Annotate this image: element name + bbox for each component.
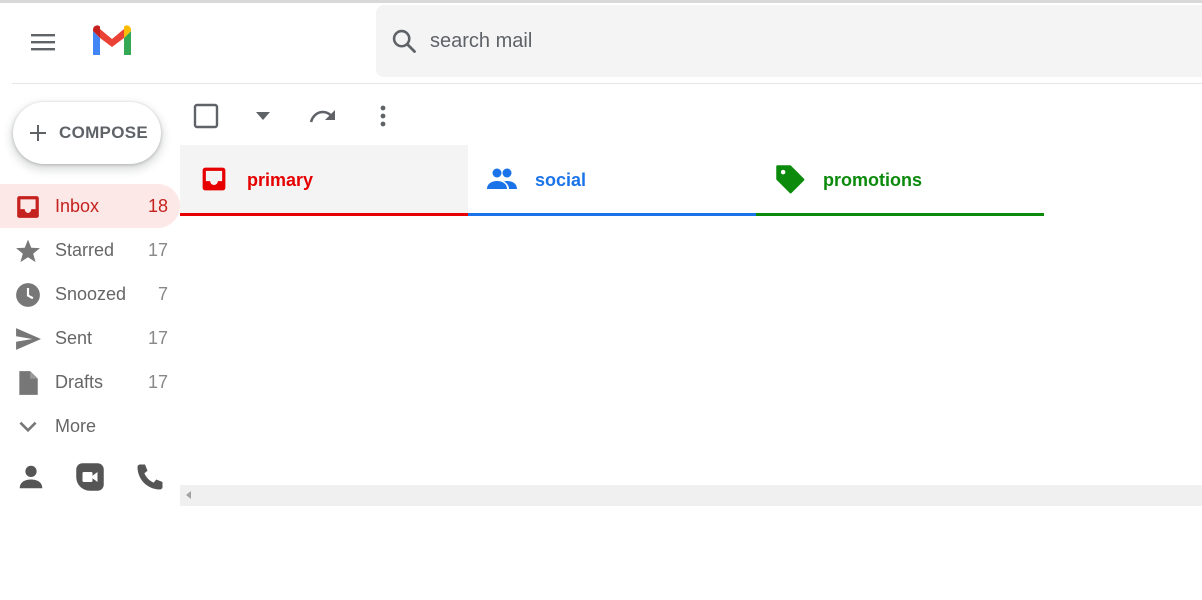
sidebar-item-snoozed[interactable]: Snoozed 7 [0, 272, 180, 316]
sidebar-item-drafts[interactable]: Drafts 17 [0, 360, 180, 404]
clock-icon [16, 283, 40, 307]
sidebar-item-starred[interactable]: Starred 17 [0, 228, 180, 272]
tab-primary[interactable]: primary [180, 145, 468, 216]
person-icon[interactable] [16, 462, 46, 492]
sidebar-item-count: 17 [147, 372, 168, 392]
meet-icon[interactable] [75, 462, 105, 492]
checkbox-icon [193, 103, 219, 129]
search-bar [376, 5, 1202, 77]
sidebar-bottom-icons [0, 458, 180, 498]
horizontal-scrollbar[interactable] [180, 485, 1202, 506]
tab-active-indicator [180, 213, 468, 216]
more-vert-icon [380, 105, 386, 127]
tab-label: social [535, 170, 587, 190]
sidebar-item-label: Sent [55, 328, 93, 348]
compose-label: COMPOSE [59, 123, 149, 142]
star-icon [16, 239, 40, 263]
people-icon [487, 168, 517, 189]
more-options-button[interactable] [365, 98, 401, 134]
select-dropdown-button[interactable] [245, 98, 281, 134]
sidebar-item-inbox[interactable]: Inbox 18 [0, 184, 180, 228]
tab-promotions[interactable]: promotions [756, 145, 1044, 216]
search-icon[interactable] [390, 27, 418, 55]
send-icon [16, 328, 41, 350]
tab-label: promotions [823, 170, 922, 190]
sidebar-item-count: 7 [157, 284, 168, 304]
caret-down-icon [256, 112, 270, 120]
sidebar-item-sent[interactable]: Sent 17 [0, 316, 180, 360]
refresh-button[interactable] [305, 98, 341, 134]
tab-indicator [756, 213, 1044, 216]
sidebar-item-more[interactable]: More [0, 404, 180, 448]
mail-toolbar [180, 92, 1202, 138]
search-input[interactable] [430, 25, 1030, 57]
main-menu-button[interactable] [20, 19, 66, 65]
sidebar-item-count: 18 [147, 196, 168, 216]
tag-icon [776, 165, 805, 194]
tab-indicator [468, 213, 756, 216]
header-divider [12, 83, 1202, 84]
chevron-down-icon [19, 421, 37, 433]
gmail-logo[interactable] [90, 25, 134, 57]
hamburger-icon [31, 34, 55, 51]
sidebar-item-label: Inbox [55, 196, 100, 216]
sidebar-item-count: 17 [147, 240, 168, 260]
category-tabs: primary social promotions [180, 145, 1044, 216]
select-all-checkbox[interactable] [188, 98, 224, 134]
header [0, 3, 1202, 83]
draft-icon [19, 371, 38, 395]
inbox-icon [17, 196, 39, 218]
compose-button[interactable]: COMPOSE [13, 102, 161, 164]
refresh-icon [309, 110, 335, 123]
sidebar-item-label: Snoozed [55, 284, 127, 304]
sidebar-item-label: Starred [55, 240, 115, 260]
sidebar-item-count: 17 [147, 328, 168, 348]
sidebar-item-label: More [55, 416, 97, 436]
sidebar-nav: Inbox 18 Starred 17 Snoozed 7 Sent 17 Dr… [0, 184, 180, 448]
plus-icon [30, 125, 46, 141]
sidebar-item-label: Drafts [55, 372, 104, 392]
scroll-left-arrow-icon[interactable] [186, 491, 191, 499]
tab-social[interactable]: social [468, 145, 756, 216]
inbox-icon [202, 167, 226, 191]
tab-label: primary [247, 170, 314, 190]
phone-icon[interactable] [135, 462, 165, 492]
